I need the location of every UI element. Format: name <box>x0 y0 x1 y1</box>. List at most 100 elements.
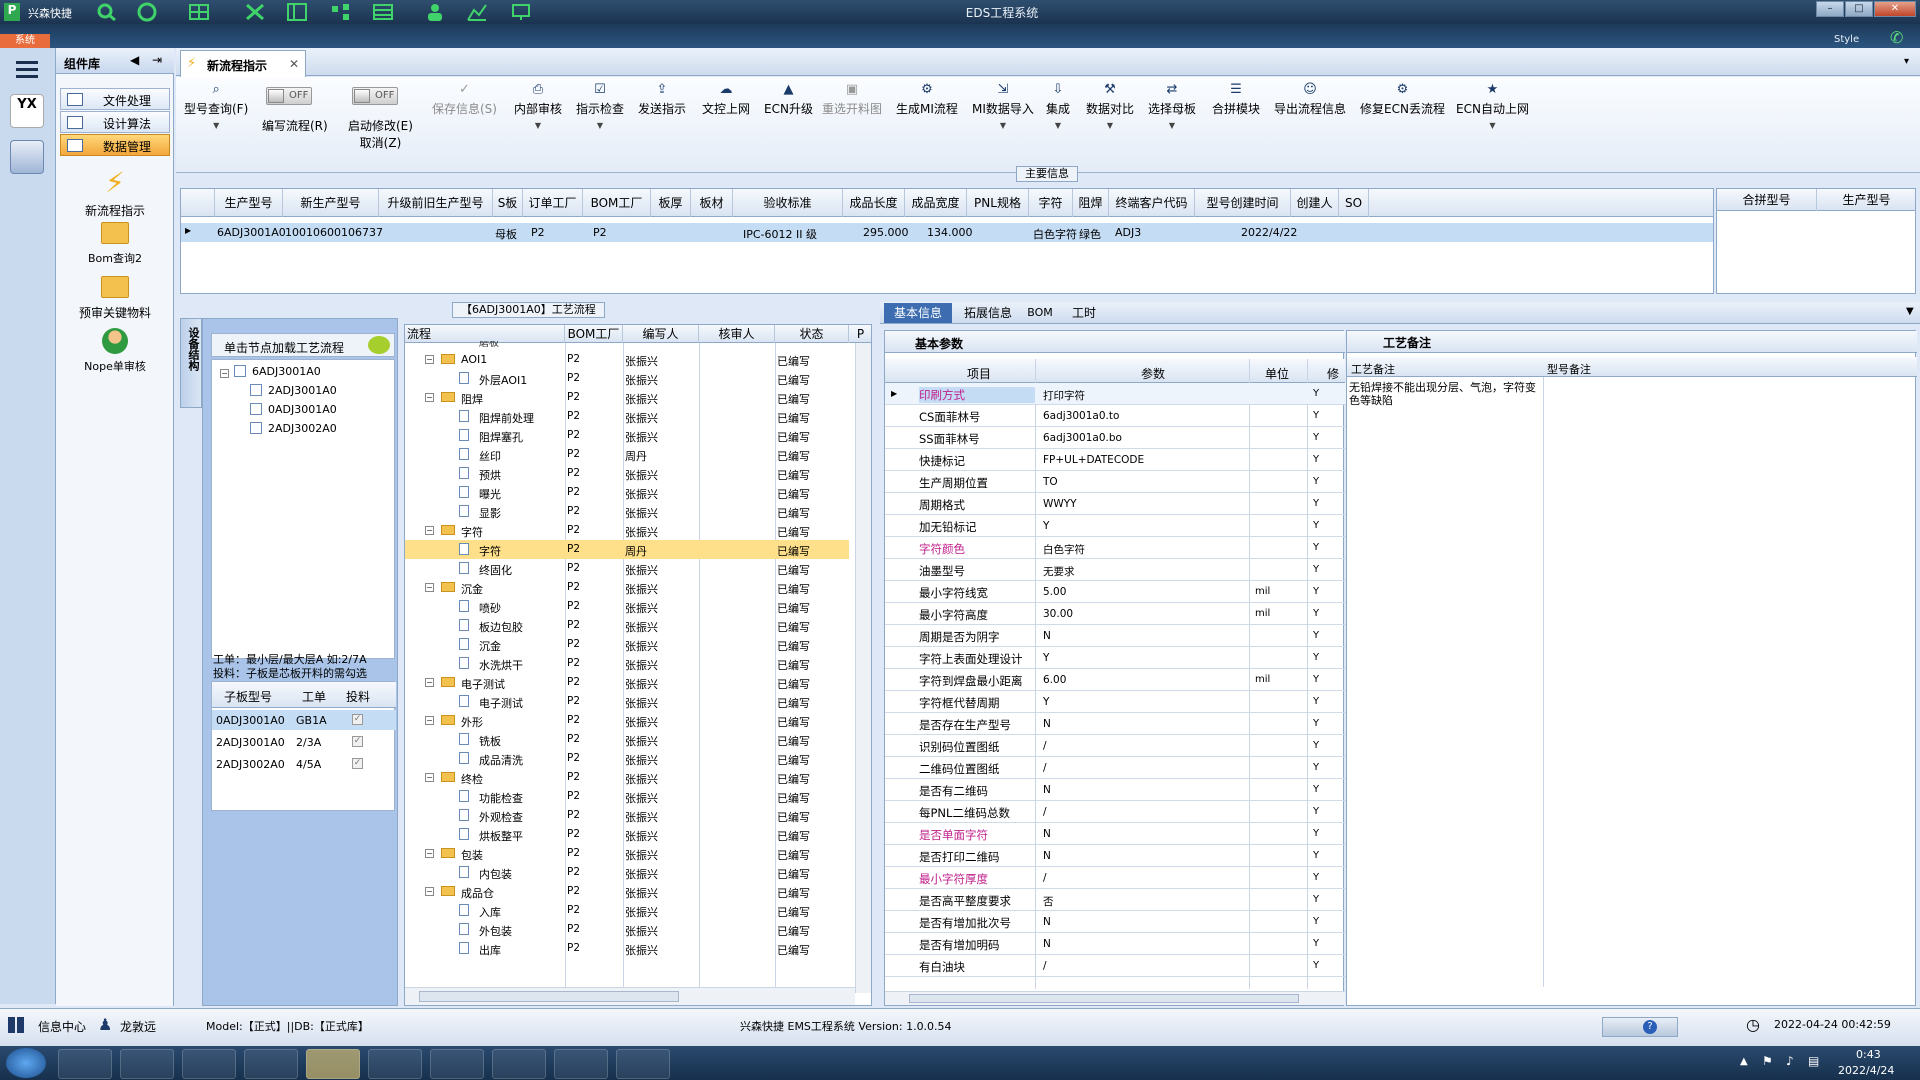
param-value[interactable]: 30.00 <box>1043 608 1253 620</box>
param-row[interactable]: 识别码位置图纸 / Y <box>885 735 1347 757</box>
flow-vertical-scrollbar[interactable] <box>855 343 871 993</box>
param-value[interactable]: 6adj3001a0.to <box>1043 410 1253 422</box>
feeding-checkbox[interactable]: ✓ <box>352 736 363 747</box>
tray-network-icon[interactable]: ▤ <box>1808 1054 1819 1068</box>
col-old-production-model[interactable]: 升级前旧生产型号 <box>379 189 493 217</box>
tree-collapse-icon[interactable]: − <box>425 773 434 782</box>
tree-collapse-icon[interactable]: − <box>425 583 434 592</box>
table-icon[interactable] <box>372 2 394 22</box>
col-character[interactable]: 字符 <box>1029 189 1073 217</box>
param-row[interactable]: 最小字符高度 30.00 mil Y <box>885 603 1347 625</box>
collapse-left-icon[interactable]: ◀ <box>130 53 139 67</box>
col-bom-factory[interactable]: BOM工厂 <box>583 189 651 217</box>
ecn-upgrade-button[interactable]: ▲ ECN升级 <box>764 83 813 117</box>
col-edit-flag[interactable]: 修 <box>1327 365 1339 382</box>
taskbar-app-eds[interactable] <box>306 1049 360 1079</box>
nav-design-algorithm[interactable]: 设计算法 <box>60 111 170 133</box>
param-value[interactable]: 6.00 <box>1043 674 1253 686</box>
param-value[interactable]: Y <box>1043 520 1253 532</box>
feeding-checkbox[interactable]: ✓ <box>352 714 363 725</box>
param-value[interactable]: N <box>1043 938 1253 950</box>
flow-step-row[interactable]: 终固化 P2 张振兴 已编写 <box>405 559 849 578</box>
flow-group-row[interactable]: − 成品仓 P2 张振兴 已编写 <box>405 882 849 901</box>
flow-step-row[interactable]: 功能检查 P2 张振兴 已编写 <box>405 787 849 806</box>
flow-step-row[interactable]: 喷砂 P2 张振兴 已编写 <box>405 597 849 616</box>
send-indication-button[interactable]: ⇪ 发送指示 <box>638 83 686 117</box>
select-motherboard-button[interactable]: ⇄ 选择母板 ▼ <box>1148 83 1196 131</box>
internal-review-button[interactable]: ⎙ 内部审核 ▼ <box>514 83 562 131</box>
flow-step-row[interactable]: 字符 P2 周丹 已编写 <box>405 540 849 559</box>
param-row[interactable]: 油墨型号 无要求 Y <box>885 559 1347 581</box>
taskbar-app-save[interactable] <box>182 1049 236 1079</box>
flow-step-row[interactable]: 烘板整平 P2 张振兴 已编写 <box>405 825 849 844</box>
flow-group-row[interactable]: − 包装 P2 张振兴 已编写 <box>405 844 849 863</box>
param-row[interactable]: 最小字符线宽 5.00 mil Y <box>885 581 1347 603</box>
param-row[interactable]: 字符颜色 白色字符 Y <box>885 537 1347 559</box>
monitor-icon[interactable] <box>510 2 532 22</box>
col-reviewer[interactable]: 核审人 <box>699 325 775 343</box>
param-value[interactable]: TO <box>1043 476 1253 488</box>
flow-step-row[interactable]: 阻焊前处理 P2 张振兴 已编写 <box>405 407 849 426</box>
main-info-row[interactable]: ▶ 6ADJ3001A0 10010600106737 母板 P2 P2 IPC… <box>181 223 1713 242</box>
integrate-button[interactable]: ⇩ 集成 ▼ <box>1046 83 1070 131</box>
data-compare-button[interactable]: ⚒ 数据对比 ▼ <box>1086 83 1134 131</box>
col-param[interactable]: 参数 <box>1141 365 1165 382</box>
scroll-thumb[interactable] <box>909 994 1299 1003</box>
tree-node-child[interactable]: 0ADJ3001A0 <box>268 403 337 416</box>
param-value[interactable]: Y <box>1043 696 1253 708</box>
param-row[interactable]: 是否高平整度要求 否 Y <box>885 889 1347 911</box>
flow-step-row[interactable]: 出库 P2 张振兴 已编写 <box>405 939 849 958</box>
tray-arrow-icon[interactable]: ▲ <box>1740 1056 1748 1067</box>
param-value[interactable]: 打印字符 <box>1043 388 1253 403</box>
param-value[interactable]: 白色字符 <box>1043 542 1253 557</box>
flow-step-row[interactable]: 显影 P2 张振兴 已编写 <box>405 502 849 521</box>
flow-group-row[interactable]: − 终检 P2 张振兴 已编写 <box>405 768 849 787</box>
side-tab-device-structure[interactable]: 设备结构 <box>180 318 202 408</box>
col-creator[interactable]: 创建人 <box>1291 189 1339 217</box>
tree-node-root[interactable]: 6ADJ3001A0 <box>252 365 321 378</box>
param-value[interactable]: / <box>1043 806 1253 818</box>
param-row[interactable]: 是否单面字符 N Y <box>885 823 1347 845</box>
feeding-checkbox[interactable]: ✓ <box>352 758 363 769</box>
yx-logo-icon[interactable]: YX <box>10 94 44 128</box>
scissors-icon[interactable] <box>244 2 266 22</box>
mi-data-import-button[interactable]: ⇲ MI数据导入 ▼ <box>972 83 1034 131</box>
col-model-created-time[interactable]: 型号创建时间 <box>1195 189 1291 217</box>
tab-list-dropdown-icon[interactable]: ▾ <box>1904 56 1909 67</box>
col-writer[interactable]: 编写人 <box>623 325 699 343</box>
doc-control-online-button[interactable]: ☁ 文控上网 <box>702 83 750 117</box>
cancel-edit-button[interactable]: 取消(Z) <box>360 136 402 150</box>
tree-collapse-icon[interactable]: − <box>425 526 434 535</box>
flow-step-row[interactable]: 铣板 P2 张振兴 已编写 <box>405 730 849 749</box>
param-row[interactable]: 最小字符厚度 / Y <box>885 867 1347 889</box>
detail-dropdown-icon[interactable]: ▼ <box>1906 306 1914 317</box>
calculator-icon[interactable] <box>10 140 44 174</box>
col-s-board[interactable]: S板 <box>493 189 523 217</box>
chart-icon[interactable] <box>466 2 488 22</box>
param-value[interactable]: 5.00 <box>1043 586 1253 598</box>
tree-collapse-icon[interactable]: − <box>425 887 434 896</box>
flow-step-row[interactable]: 曝光 P2 张振兴 已编写 <box>405 483 849 502</box>
param-row[interactable]: CS面菲林号 6adj3001a0.to Y <box>885 405 1347 427</box>
param-value[interactable]: N <box>1043 916 1253 928</box>
col-item[interactable]: 项目 <box>967 365 991 382</box>
taskbar-app-network[interactable] <box>616 1049 670 1079</box>
param-row[interactable]: 每PNL二维码总数 / Y <box>885 801 1347 823</box>
param-row[interactable]: 字符到焊盘最小距离 6.00 mil Y <box>885 669 1347 691</box>
tree-collapse-icon[interactable]: − <box>425 716 434 725</box>
minimize-button[interactable]: – <box>1816 1 1844 17</box>
param-value[interactable]: / <box>1043 740 1253 752</box>
col-product-length[interactable]: 成品长度 <box>843 189 905 217</box>
flow-step-row[interactable]: 入库 P2 张振兴 已编写 <box>405 901 849 920</box>
params-horizontal-scrollbar[interactable] <box>885 991 1345 1005</box>
param-row[interactable]: SS面菲林号 6adj3001a0.bo Y <box>885 427 1347 449</box>
col-board-thickness[interactable]: 板厚 <box>651 189 691 217</box>
col-board-material[interactable]: 板材 <box>691 189 733 217</box>
param-row[interactable]: 是否有增加明码 N Y <box>885 933 1347 955</box>
grid-icon[interactable] <box>188 2 210 22</box>
sub-board-row[interactable]: 2ADJ3001A0 2/3A ✓ <box>212 732 396 752</box>
param-row[interactable]: 字符上表面处理设计 Y Y <box>885 647 1347 669</box>
flow-step-row[interactable]: 外观检查 P2 张振兴 已编写 <box>405 806 849 825</box>
param-row[interactable]: 是否有增加批次号 N Y <box>885 911 1347 933</box>
tree-collapse-icon[interactable]: − <box>425 849 434 858</box>
